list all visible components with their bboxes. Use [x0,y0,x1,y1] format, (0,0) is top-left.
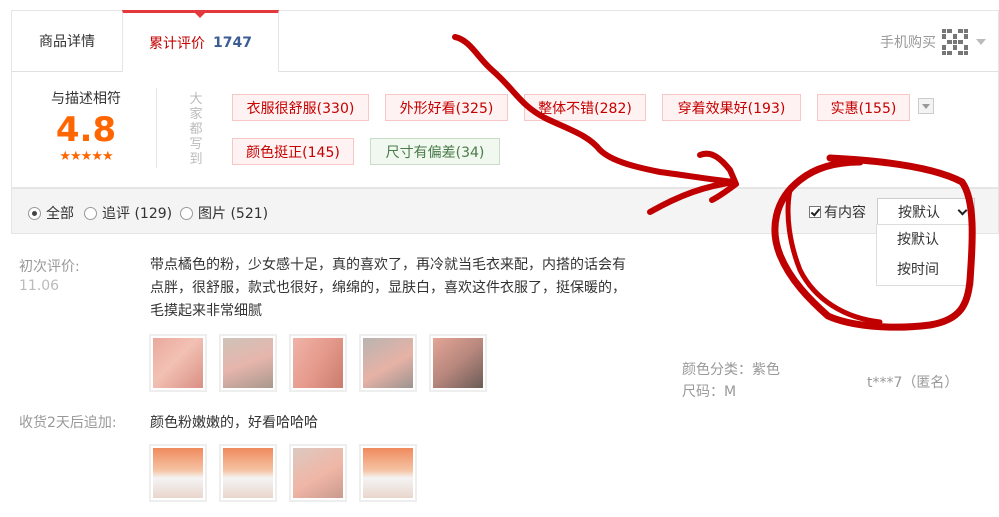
filter-followup-label: 追评 (129) [102,206,173,222]
divider [156,88,157,168]
tab-reviews-label: 累计评价 [149,36,206,52]
radio-icon [180,206,193,220]
review-photo[interactable] [359,334,417,392]
sort-select[interactable]: 按默认 [877,198,975,225]
sku-size: 尺码：M [682,384,737,400]
tag-wearing-effect[interactable]: 穿着效果好(193) [662,94,801,121]
mobile-buy[interactable]: 手机购买 [880,29,986,55]
sku-color: 颜色分类：紫色 [682,362,780,378]
score-box: 与描述相符 4.8 ★★★★★ [32,88,140,164]
score-value: 4.8 [55,110,117,150]
score-label: 与描述相符 [51,91,121,107]
everyone-wrote-label: 大 家 都 写 到 [189,92,203,167]
sort-selected-label: 按默认 [898,204,940,221]
has-content-label: 有内容 [824,205,866,221]
tag-color-accurate[interactable]: 颜色挺正(145) [232,138,354,165]
tab-product-detail-label: 商品详情 [39,34,95,50]
review-photo[interactable] [289,444,347,502]
reviewer-name: t***7（匿名） [867,375,959,391]
review-text: 带点橘色的粉，少女感十足，真的喜欢了，再冷就当毛衣来配，内搭的话会有点胖，很舒服… [150,257,626,319]
tab-reviews-count: 1747 [213,35,252,51]
review-date: 11.06 [19,278,60,294]
sort-option-time[interactable]: 按时间 [877,255,973,285]
review-photo[interactable] [149,444,207,502]
tab-product-detail[interactable]: 商品详情 [12,10,122,72]
rating-summary: 与描述相符 4.8 ★★★★★ 大 家 都 写 到 衣服很舒服(330) 外形好… [11,72,999,188]
qr-code-icon[interactable] [942,29,968,55]
review-filter-bar: 全部 追评 (129) 图片 (521) 有内容 按默认 [11,188,999,234]
tab-reviews[interactable]: 累计评价 1747 [122,10,279,73]
tag-value[interactable]: 实惠(155) [817,94,910,121]
review-photo[interactable] [149,334,207,392]
review-photo[interactable] [219,334,277,392]
tag-overall-good[interactable]: 整体不错(282) [524,94,646,121]
filter-all-radio[interactable]: 全部 [28,203,74,223]
tab-active-indicator [195,13,205,18]
chevron-down-icon [922,103,930,109]
chevron-down-icon[interactable] [976,39,986,45]
radio-icon [84,206,97,220]
append-review-text: 颜色粉嫩嫩的，好看哈哈哈 [150,415,318,431]
tab-bar: 商品详情 累计评价 1747 手机购买 [11,10,999,73]
radio-checked-icon [28,206,41,220]
has-content-checkbox[interactable]: 有内容 [809,202,866,222]
mobile-buy-label: 手机购买 [880,35,936,51]
filter-all-label: 全部 [46,206,74,222]
sort-option-default[interactable]: 按默认 [877,225,973,255]
tag-size-deviation[interactable]: 尺寸有偏差(34) [370,138,500,165]
expand-tags-button[interactable] [918,98,934,114]
review-photo[interactable] [429,334,487,392]
review-photo[interactable] [289,334,347,392]
review-photo[interactable] [359,444,417,502]
checkbox-checked-icon [809,206,821,218]
filter-followup-radio[interactable]: 追评 (129) [84,203,172,223]
tag-good-looking[interactable]: 外形好看(325) [385,94,508,121]
filter-pictures-label: 图片 (521) [198,206,269,222]
chevron-down-icon [957,205,968,216]
tag-comfortable[interactable]: 衣服很舒服(330) [232,94,369,121]
star-rating-icon: ★★★★★ [59,149,113,164]
filter-pictures-radio[interactable]: 图片 (521) [180,203,268,223]
review-photo[interactable] [219,444,277,502]
sort-dropdown-menu: 按默认 按时间 [876,224,974,286]
first-review-label: 初次评价: [19,259,80,275]
append-review-label: 收货2天后追加: [19,415,117,431]
